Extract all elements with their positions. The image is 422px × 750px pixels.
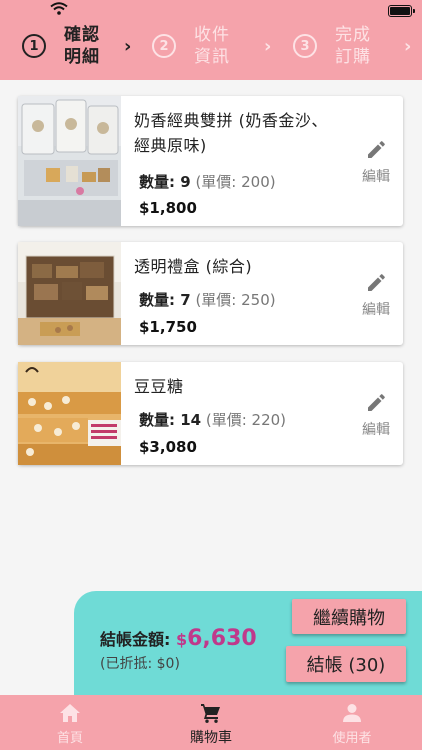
quantity-value: 9 <box>180 173 191 191</box>
product-name: 透明禮盒 (綜合) <box>134 257 253 276</box>
quantity-text: 數量: 14 (單價: 220) <box>139 409 286 430</box>
stepper-header: 1 確認 明細 › 2 收件 資訊 › 3 完成 訂購 › <box>0 0 422 80</box>
checkout-panel: 結帳金額: $6,630 (已折抵: $0) 繼續購物 結帳 (30) <box>74 591 422 695</box>
quantity-value: 7 <box>180 291 191 309</box>
checkout-total: 結帳金額: $6,630 <box>100 626 257 651</box>
product-image <box>18 362 121 465</box>
pencil-icon <box>368 274 385 291</box>
quantity-text: 數量: 7 (單價: 250) <box>139 289 276 310</box>
chevron-right-icon: › <box>264 36 272 57</box>
step-number: 3 <box>293 34 317 58</box>
quantity-text: 數量: 9 (單價: 200) <box>139 171 276 192</box>
edit-label: 編輯 <box>362 422 390 438</box>
item-subtotal: $1,800 <box>139 199 197 217</box>
chevron-right-icon: › <box>404 36 412 57</box>
unit-price: (單價: 250) <box>190 291 276 309</box>
step-label: 收件 資訊 <box>194 25 230 67</box>
edit-label: 編輯 <box>362 169 390 185</box>
chevron-right-icon: › <box>124 36 132 57</box>
quantity-label: 數量: <box>139 411 181 429</box>
product-image <box>18 96 121 226</box>
step-label: 確認 明細 <box>64 25 100 67</box>
total-currency: $ <box>175 630 188 649</box>
status-bar <box>0 0 422 20</box>
step-label: 完成 訂購 <box>335 25 371 67</box>
bottom-nav: 首頁 購物車 使用者 <box>0 695 422 750</box>
item-subtotal: $3,080 <box>139 438 197 456</box>
quantity-label: 數量: <box>139 173 181 191</box>
cart-icon <box>201 704 220 723</box>
nav-item-user[interactable]: 使用者 <box>282 695 422 750</box>
user-icon <box>343 704 361 722</box>
nav-label: 使用者 <box>332 731 372 746</box>
edit-button[interactable]: 編輯 <box>357 140 395 186</box>
product-name: 豆豆糖 <box>134 377 184 396</box>
nav-item-cart[interactable]: 購物車 <box>141 695 281 750</box>
nav-item-home[interactable]: 首頁 <box>0 695 140 750</box>
home-icon <box>60 704 80 722</box>
step-complete-order[interactable]: 3 完成 訂購 <box>293 22 371 70</box>
pencil-icon <box>368 141 385 158</box>
step-number: 2 <box>152 34 176 58</box>
item-subtotal: $1,750 <box>139 318 197 336</box>
quantity-label: 數量: <box>139 291 181 309</box>
step-recipient-info[interactable]: 2 收件 資訊 <box>152 22 230 70</box>
nav-label: 購物車 <box>190 730 232 746</box>
total-label: 結帳金額: <box>100 630 176 649</box>
cart-item[interactable]: 豆豆糖 數量: 14 (單價: 220) $3,080 編輯 <box>18 362 403 465</box>
product-name: 奶香經典雙拼 (奶香金沙、經典原味) <box>134 111 328 155</box>
cart-item[interactable]: 奶香經典雙拼 (奶香金沙、經典原味) 數量: 9 (單價: 200) $1,80… <box>18 96 403 226</box>
unit-price: (單價: 220) <box>201 411 287 429</box>
cart-item[interactable]: 透明禮盒 (綜合) 數量: 7 (單價: 250) $1,750 編輯 <box>18 242 403 345</box>
product-image <box>18 242 121 345</box>
discount-text: (已折抵: $0) <box>100 656 180 672</box>
battery-icon <box>388 5 415 17</box>
unit-price: (單價: 200) <box>190 173 276 191</box>
total-amount: 6,630 <box>187 626 257 651</box>
quantity-value: 14 <box>180 411 202 429</box>
edit-button[interactable]: 編輯 <box>357 273 395 319</box>
step-number: 1 <box>22 34 46 58</box>
step-confirm-details[interactable]: 1 確認 明細 <box>22 22 100 70</box>
pencil-icon <box>368 394 385 411</box>
edit-label: 編輯 <box>362 302 390 318</box>
wifi-icon <box>50 2 68 15</box>
edit-button[interactable]: 編輯 <box>357 393 395 439</box>
nav-label: 首頁 <box>56 731 83 746</box>
checkout-button[interactable]: 結帳 (30) <box>286 646 406 682</box>
continue-shopping-button[interactable]: 繼續購物 <box>292 599 406 634</box>
